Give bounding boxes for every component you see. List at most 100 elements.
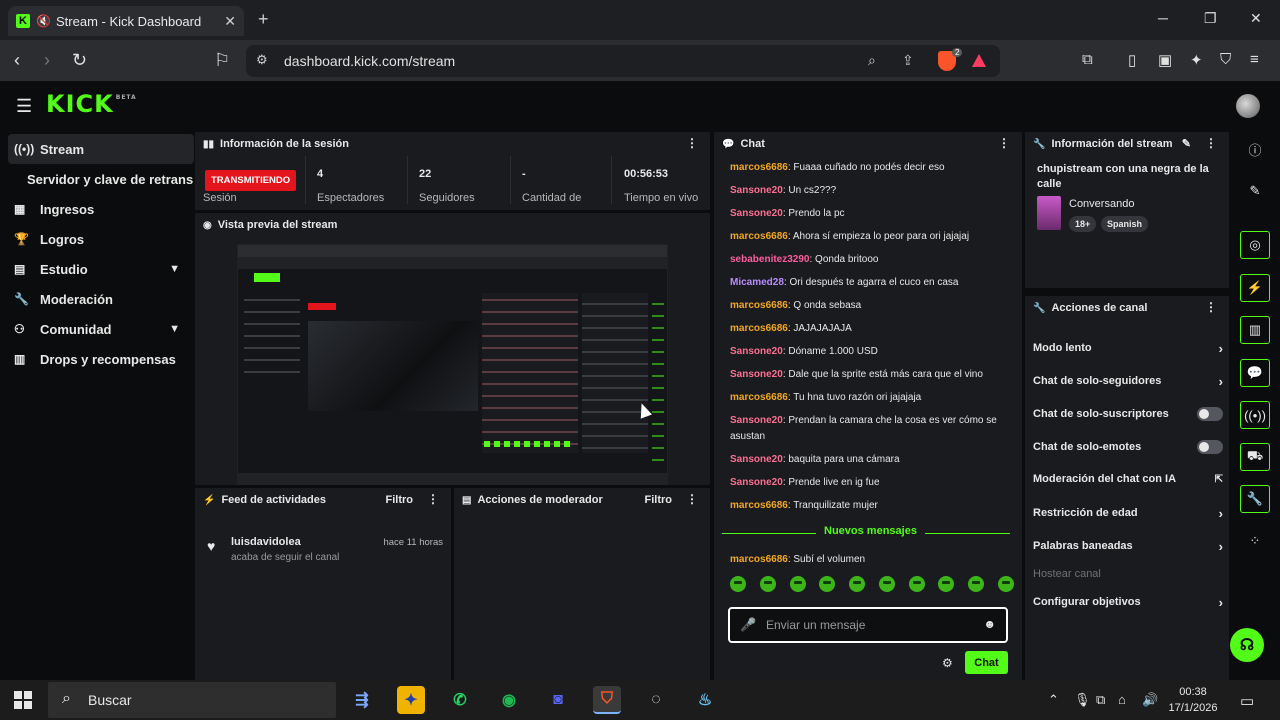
wallet-icon[interactable]: ▣: [1158, 51, 1172, 69]
muted-speaker-icon[interactable]: 🔇: [36, 14, 51, 28]
chat-username[interactable]: Sansone20: [730, 477, 783, 488]
configure-goals-item[interactable]: Configurar objetivos ›: [1033, 592, 1223, 612]
chat-username[interactable]: marcos6686: [730, 162, 788, 173]
sidebar-item-stream[interactable]: ((•)) Stream: [8, 134, 194, 164]
sidebar-item-drops[interactable]: ▥ Drops y recompensas: [8, 344, 194, 374]
emote-button[interactable]: [849, 576, 866, 592]
kebab-menu-icon[interactable]: ⋮: [686, 492, 698, 506]
chat-username[interactable]: marcos6686: [730, 300, 788, 311]
minimize-icon[interactable]: ─: [1158, 10, 1168, 26]
sidebar-item-stream-key[interactable]: Servidor y clave de retransmisión: [8, 164, 194, 194]
activity-filter-button[interactable]: Filtro: [386, 494, 414, 506]
user-avatar[interactable]: [1236, 94, 1260, 118]
taskbar-clock[interactable]: 00:38 17/1/2026: [1166, 684, 1220, 716]
leo-ai-icon[interactable]: ✦: [1190, 51, 1203, 69]
kebab-menu-icon[interactable]: ⋮: [427, 492, 439, 506]
sidebar-item-moderation[interactable]: 🔧 Moderación: [8, 284, 194, 314]
taskbar-search[interactable]: ⌕ Buscar: [48, 682, 336, 718]
stream-category[interactable]: Conversando: [1069, 198, 1134, 210]
kebab-menu-icon[interactable]: ⋮: [998, 136, 1010, 150]
back-icon[interactable]: ‹: [14, 50, 20, 71]
chat-username[interactable]: sebabenitez3290: [730, 254, 810, 265]
activity-username[interactable]: luisdavidolea: [231, 536, 301, 548]
kebab-menu-icon[interactable]: ⋮: [1205, 300, 1217, 314]
microphone-icon[interactable]: 🎤: [740, 617, 756, 633]
windows-start-icon[interactable]: [14, 691, 32, 709]
brave-browser-icon[interactable]: ⛉: [593, 686, 621, 714]
obs-icon[interactable]: ◌: [642, 686, 670, 714]
kebab-menu-icon[interactable]: ⋮: [686, 136, 698, 150]
wrench-icon[interactable]: 🔧: [1240, 485, 1270, 513]
tray-overflow-icon[interactable]: ⌃: [1048, 692, 1059, 708]
emote-button[interactable]: [789, 576, 806, 592]
microphone-icon[interactable]: 🎙: [1074, 692, 1091, 708]
share-icon[interactable]: ⇪: [902, 52, 914, 69]
chat-send-button[interactable]: Chat: [965, 651, 1008, 674]
help-support-icon[interactable]: ☊: [1230, 628, 1264, 662]
edit-pencil-icon[interactable]: ✎: [1182, 137, 1191, 150]
chat-username[interactable]: Sansone20: [730, 454, 783, 465]
reload-icon[interactable]: ↻: [72, 50, 87, 71]
close-tab-icon[interactable]: ✕: [224, 13, 236, 30]
whatsapp-icon[interactable]: ✆: [446, 686, 474, 714]
browser-tab[interactable]: K 🔇 Stream - Kick Dashboard ✕: [8, 6, 244, 36]
sidebar-toggle-icon[interactable]: ▯: [1128, 51, 1136, 69]
chat-username[interactable]: marcos6686: [730, 392, 788, 403]
slow-mode-item[interactable]: Modo lento ›: [1033, 338, 1223, 358]
emote-button[interactable]: [938, 576, 955, 592]
new-messages-divider[interactable]: Nuevos mensajes: [722, 525, 1010, 541]
chat-message-input[interactable]: [766, 616, 976, 634]
raid-icon[interactable]: ⛟: [1240, 443, 1270, 471]
zoom-icon[interactable]: ⌕: [868, 52, 876, 69]
chat-username[interactable]: Sansone20: [730, 208, 783, 219]
forward-icon[interactable]: ›: [44, 50, 50, 71]
menu-icon[interactable]: ≡: [1250, 51, 1259, 68]
steam-icon[interactable]: ♨: [691, 686, 719, 714]
spotify-icon[interactable]: ◉: [495, 686, 523, 714]
broadcast-icon[interactable]: ((•)): [1240, 401, 1270, 429]
volume-icon[interactable]: 🔊: [1142, 692, 1158, 708]
address-bar[interactable]: ⚙ dashboard.kick.com/stream ⌕ ⇪ 2: [246, 45, 1000, 77]
emoji-picker-icon[interactable]: ☻: [983, 617, 996, 631]
banned-words-item[interactable]: Palabras baneadas ›: [1033, 536, 1223, 556]
kebab-menu-icon[interactable]: ⋮: [1205, 136, 1217, 150]
chat-username[interactable]: Sansone20: [730, 346, 783, 357]
new-tab-icon[interactable]: +: [258, 9, 269, 30]
emote-button[interactable]: [878, 576, 895, 592]
mod-filter-button[interactable]: Filtro: [645, 494, 673, 506]
more-dots-icon[interactable]: ⁘: [1240, 527, 1270, 555]
chat-username[interactable]: marcos6686: [730, 323, 788, 334]
vpn-icon[interactable]: ⛉: [1220, 51, 1231, 68]
edit-icon[interactable]: ✎: [1240, 177, 1270, 205]
chat-input-box[interactable]: 🎤 ☻: [728, 607, 1008, 643]
kick-logo[interactable]: KICK BETA: [46, 90, 137, 118]
chat-settings-gear-icon[interactable]: ⚙: [942, 656, 953, 670]
capture-icon[interactable]: ⧉: [1096, 692, 1105, 708]
emote-button[interactable]: [908, 576, 925, 592]
emotes-only-toggle[interactable]: [1197, 440, 1223, 454]
clipboard-icon[interactable]: ▥: [1240, 316, 1270, 344]
emote-button[interactable]: [968, 576, 985, 592]
emote-button[interactable]: [759, 576, 776, 592]
brave-rewards-icon[interactable]: [972, 54, 986, 67]
emote-button[interactable]: [997, 576, 1014, 592]
lightning-icon[interactable]: ⚡: [1240, 274, 1270, 302]
emote-button[interactable]: [730, 576, 746, 592]
network-icon[interactable]: ⌂: [1118, 692, 1126, 707]
emote-button[interactable]: [819, 576, 836, 592]
discord-icon[interactable]: ◙: [544, 686, 572, 714]
chat-username[interactable]: marcos6686: [730, 500, 788, 511]
subscribers-only-toggle[interactable]: [1197, 407, 1223, 421]
game-app-icon[interactable]: ✦: [397, 686, 425, 714]
followers-only-item[interactable]: Chat de solo-seguidores ›: [1033, 371, 1223, 391]
close-window-icon[interactable]: ✕: [1250, 10, 1262, 27]
camera-scan-icon[interactable]: ◎: [1240, 231, 1270, 259]
site-info-icon[interactable]: ⚙: [256, 52, 268, 68]
restore-icon[interactable]: ❐: [1204, 10, 1217, 27]
chat-username[interactable]: marcos6686: [730, 554, 788, 565]
sidebar-item-income[interactable]: ▦ Ingresos: [8, 194, 194, 224]
chat-username[interactable]: Micamed28: [730, 277, 784, 288]
notifications-icon[interactable]: ▭: [1240, 692, 1254, 710]
bookmark-icon[interactable]: ⚐: [214, 50, 230, 71]
screenshot-icon[interactable]: ⧉: [1082, 51, 1093, 68]
